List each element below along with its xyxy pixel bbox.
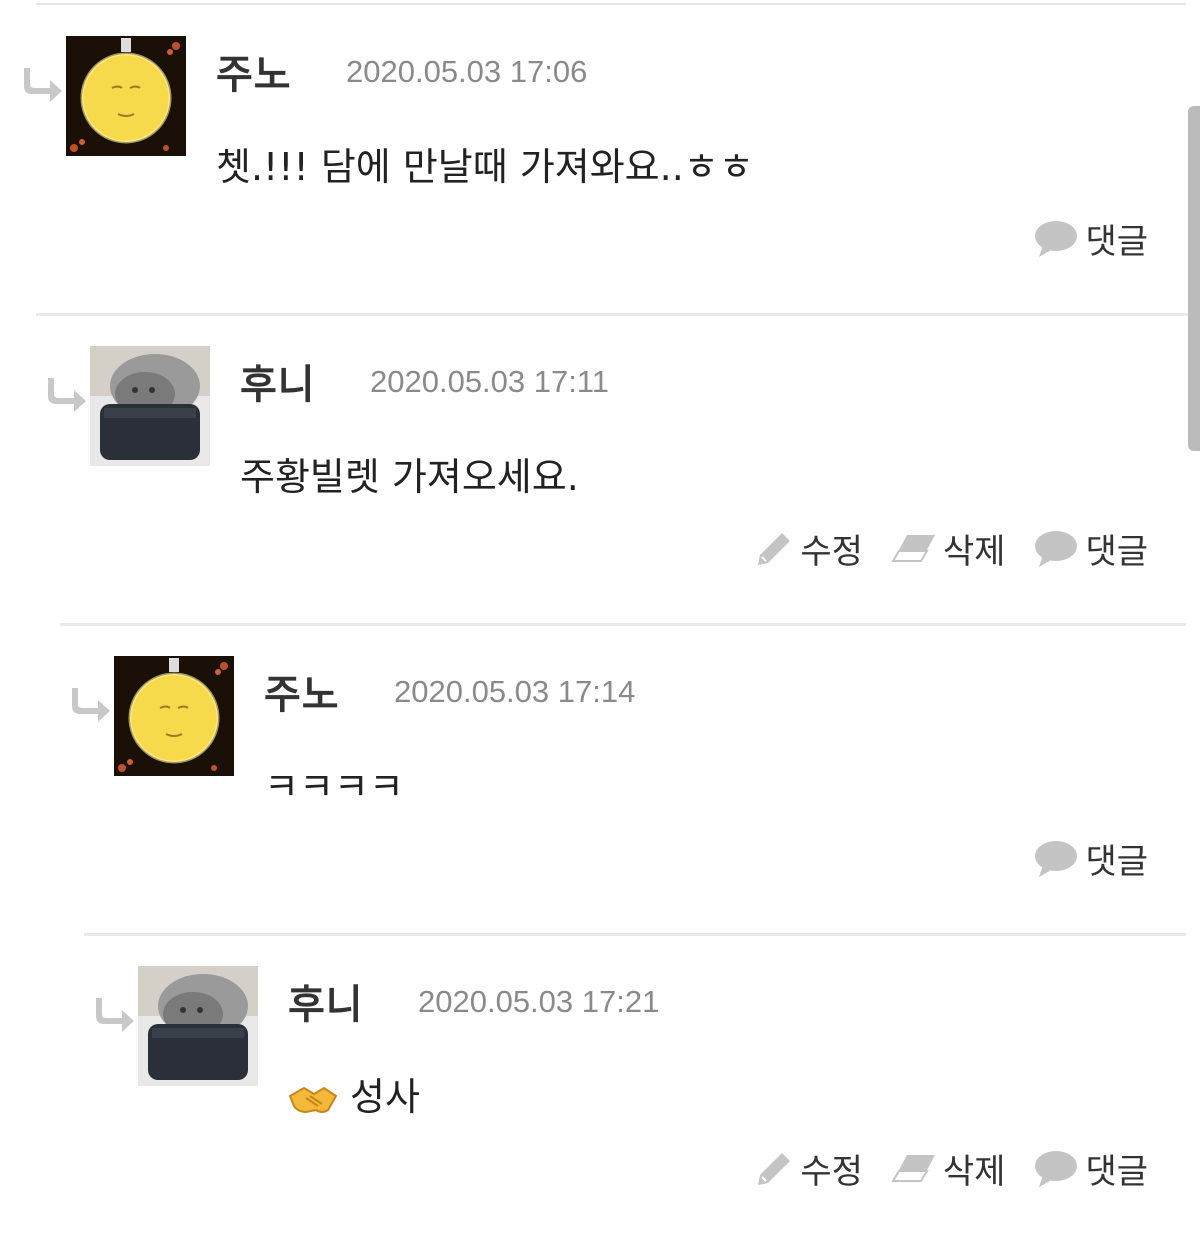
speech-bubble-icon [1035, 530, 1078, 567]
comment-divider [60, 623, 1186, 626]
reply-arrow-icon [96, 998, 134, 1032]
reply-button[interactable]: 댓글 [1033, 834, 1148, 883]
reply-arrow-icon [24, 68, 62, 102]
delete-label: 삭제 [942, 532, 1006, 572]
eraser-icon [891, 534, 935, 562]
comment-author[interactable]: 후니 [240, 352, 316, 410]
comment-text: ㅋㅋㅋㅋ [264, 765, 404, 809]
edit-button[interactable]: 수정 [754, 1144, 863, 1193]
speech-bubble-icon [1035, 840, 1078, 877]
comment-text: 쳇.!!! 담에 만날때 가져와요..ㅎㅎ [216, 145, 754, 189]
reply-label: 댓글 [1085, 222, 1148, 262]
avatar[interactable] [114, 656, 234, 776]
comment-text-content: 성사 [350, 1075, 420, 1119]
comment-author[interactable]: 주노 [216, 42, 292, 100]
edit-label: 수정 [800, 1152, 863, 1192]
comment-divider [36, 313, 1200, 316]
comment-item: 후니 2020.05.03 17:11 주황빌렛 가져오세요. 수정 삭제 댓글 [48, 346, 1186, 626]
reply-arrow-icon [48, 378, 86, 412]
speech-bubble-icon [1035, 1150, 1078, 1187]
avatar[interactable] [90, 346, 210, 466]
comment-date: 2020.05.03 17:06 [346, 54, 588, 89]
reply-button[interactable]: 댓글 [1033, 1144, 1148, 1193]
comment-date: 2020.05.03 17:21 [418, 984, 660, 1019]
eraser-icon [891, 1154, 935, 1182]
comment-item: 주노 2020.05.03 17:14 ㅋㅋㅋㅋ 댓글 [72, 656, 1186, 936]
avatar[interactable] [138, 966, 258, 1086]
moon-avatar-icon [114, 656, 234, 776]
delete-button[interactable]: 삭제 [891, 524, 1006, 573]
comment-divider [84, 933, 1186, 936]
moon-avatar-icon [66, 36, 186, 156]
comment-actions: 수정 삭제 댓글 [754, 1144, 1148, 1193]
edit-button[interactable]: 수정 [754, 524, 863, 573]
delete-label: 삭제 [942, 1152, 1006, 1192]
comment-actions: 댓글 [1033, 834, 1148, 883]
reply-label: 댓글 [1085, 1152, 1148, 1192]
top-divider [36, 3, 1186, 5]
speech-bubble-icon [1035, 220, 1078, 257]
comment-author[interactable]: 주노 [264, 662, 340, 720]
delete-button[interactable]: 삭제 [891, 1144, 1006, 1193]
cat-avatar-icon [90, 346, 210, 466]
cat-avatar-icon [138, 966, 258, 1086]
comment-item: 후니 2020.05.03 17:21 성사 수정 삭제 댓글 [96, 966, 1186, 1245]
comment-item: 주노 2020.05.03 17:06 쳇.!!! 담에 만날때 가져와요..ㅎ… [24, 36, 1200, 316]
reply-arrow-icon [72, 688, 110, 722]
reply-label: 댓글 [1085, 842, 1148, 882]
comment-date: 2020.05.03 17:14 [394, 674, 636, 709]
comment-actions: 수정 삭제 댓글 [754, 524, 1148, 573]
scrollbar[interactable] [1188, 106, 1200, 451]
comment-actions: 댓글 [1033, 214, 1148, 263]
avatar[interactable] [66, 36, 186, 156]
reply-button[interactable]: 댓글 [1033, 214, 1148, 263]
reply-label: 댓글 [1085, 532, 1148, 572]
reply-button[interactable]: 댓글 [1033, 524, 1148, 573]
comment-text: 성사 [288, 1066, 420, 1121]
pencil-icon [758, 532, 791, 565]
comment-date: 2020.05.03 17:11 [370, 364, 610, 399]
edit-label: 수정 [800, 532, 863, 572]
pencil-icon [758, 1152, 791, 1185]
comment-author[interactable]: 후니 [288, 972, 364, 1030]
handshake-icon [288, 1086, 338, 1113]
comment-text: 주황빌렛 가져오세요. [240, 455, 579, 499]
